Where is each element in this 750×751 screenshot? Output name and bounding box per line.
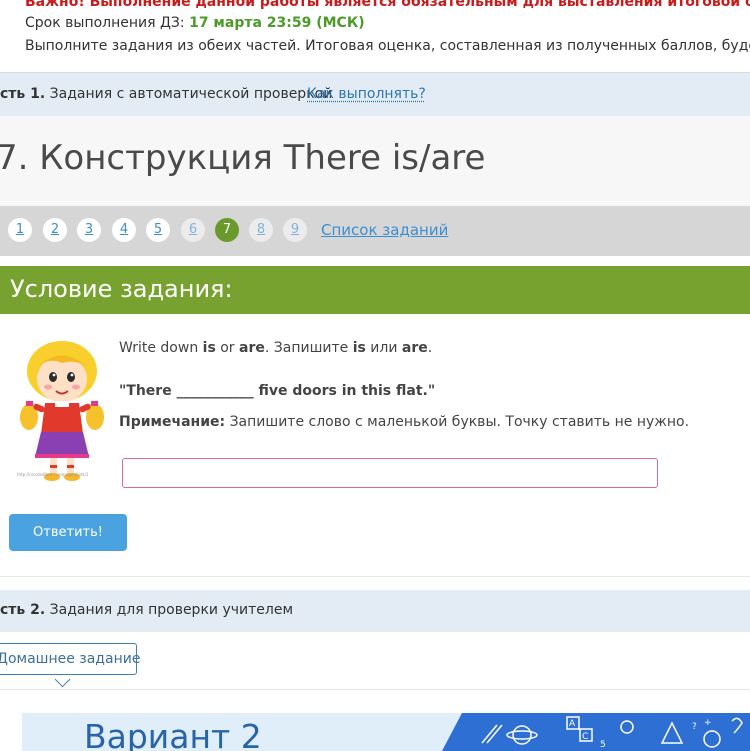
task-instruction-part: . Запишите: [264, 340, 353, 356]
tab-homework[interactable]: Домашнее задание: [0, 643, 140, 675]
task-list-link[interactable]: Список заданий: [321, 221, 448, 239]
pager-page-6[interactable]: 6: [181, 218, 205, 242]
deadline-value: 17 марта 23:59 (МСК): [189, 15, 365, 31]
pager-page-1[interactable]: 1: [8, 218, 32, 242]
word-are: are: [239, 340, 265, 356]
how-to-do-link[interactable]: Как выполнять?: [307, 86, 426, 102]
part2-label-bold: сть 2.: [0, 602, 46, 618]
pager-page-2[interactable]: 2: [43, 218, 67, 242]
svg-text:+: +: [704, 718, 712, 728]
svg-text:5: 5: [600, 740, 606, 750]
part1-label: сть 1. Задания с автоматической проверко…: [0, 86, 332, 102]
task-instruction-part: или: [365, 340, 402, 356]
svg-text:A: A: [569, 719, 576, 729]
title-area: 7. Конструкция There is/are: [0, 116, 750, 207]
variant-title: Вариант 2: [84, 717, 262, 751]
warning-text: Важно! Выполнение данной работы является…: [25, 0, 750, 10]
word-is: is: [202, 340, 216, 356]
task-pager: 1 2 3 4 5 6 7 8 9 Список заданий: [0, 206, 750, 256]
part1-label-text: Задания с автоматической проверкой: [45, 86, 333, 102]
svg-text:?: ?: [692, 722, 697, 732]
pager-page-8[interactable]: 8: [249, 218, 273, 242]
task-note: Примечание: Запишите слово с маленькой б…: [119, 414, 689, 430]
variant-banner: Вариант 2 A C 5 ? +: [22, 713, 750, 751]
task-instruction-part: or: [215, 340, 240, 356]
pager-page-4[interactable]: 4: [112, 218, 136, 242]
part2-header: сть 2. Задания для проверки учителем: [0, 590, 750, 632]
girl-illustration-icon: [20, 341, 104, 481]
part2-label-text: Задания для проверки учителем: [45, 602, 293, 618]
answer-input[interactable]: [122, 458, 658, 488]
task-body: http://nicolaslibre.com/pages/kids/1 Wri…: [0, 314, 750, 577]
note-text: Запишите слово с маленькой буквы. Точку …: [225, 414, 690, 430]
image-caption: http://nicolaslibre.com/pages/kids/1: [17, 472, 89, 477]
task-instruction-part: Write down: [119, 340, 203, 356]
pager-page-7[interactable]: 7: [215, 218, 239, 242]
deadline-line: Срок выполнения ДЗ: 17 марта 23:59 (МСК): [25, 15, 365, 31]
task-sentence: "There ___________ five doors in this fl…: [119, 383, 436, 399]
condition-header: Условие задания:: [0, 266, 750, 314]
task-instruction-part: .: [427, 340, 433, 356]
part2-label: сть 2. Задания для проверки учителем: [0, 602, 293, 618]
part1-label-bold: сть 1.: [0, 86, 46, 102]
word-are: are: [401, 340, 428, 356]
part1-header: сть 1. Задания с автоматической проверко…: [0, 72, 750, 117]
instructions-text: Выполните задания из обеих частей. Итого…: [25, 38, 750, 54]
doodle-pattern-icon: A C 5 ? +: [442, 713, 750, 751]
homework-notice: Важно! Выполнение данной работы является…: [0, 0, 750, 72]
pager-page-9[interactable]: 9: [283, 218, 307, 242]
deadline-label: Срок выполнения ДЗ:: [25, 15, 190, 31]
submit-answer-button[interactable]: Ответить!: [9, 514, 127, 551]
homework-tab-area: Домашнее задание: [0, 632, 750, 690]
task-instruction: Write down is or are. Запишите is или ar…: [119, 340, 432, 356]
pager-page-5[interactable]: 5: [146, 218, 170, 242]
pager-page-3[interactable]: 3: [77, 218, 101, 242]
word-is: is: [352, 340, 366, 356]
condition-title: Условие задания:: [10, 275, 233, 303]
page-title: 7. Конструкция There is/are: [0, 138, 486, 178]
note-label: Примечание:: [119, 414, 226, 430]
svg-text:C: C: [582, 732, 588, 742]
